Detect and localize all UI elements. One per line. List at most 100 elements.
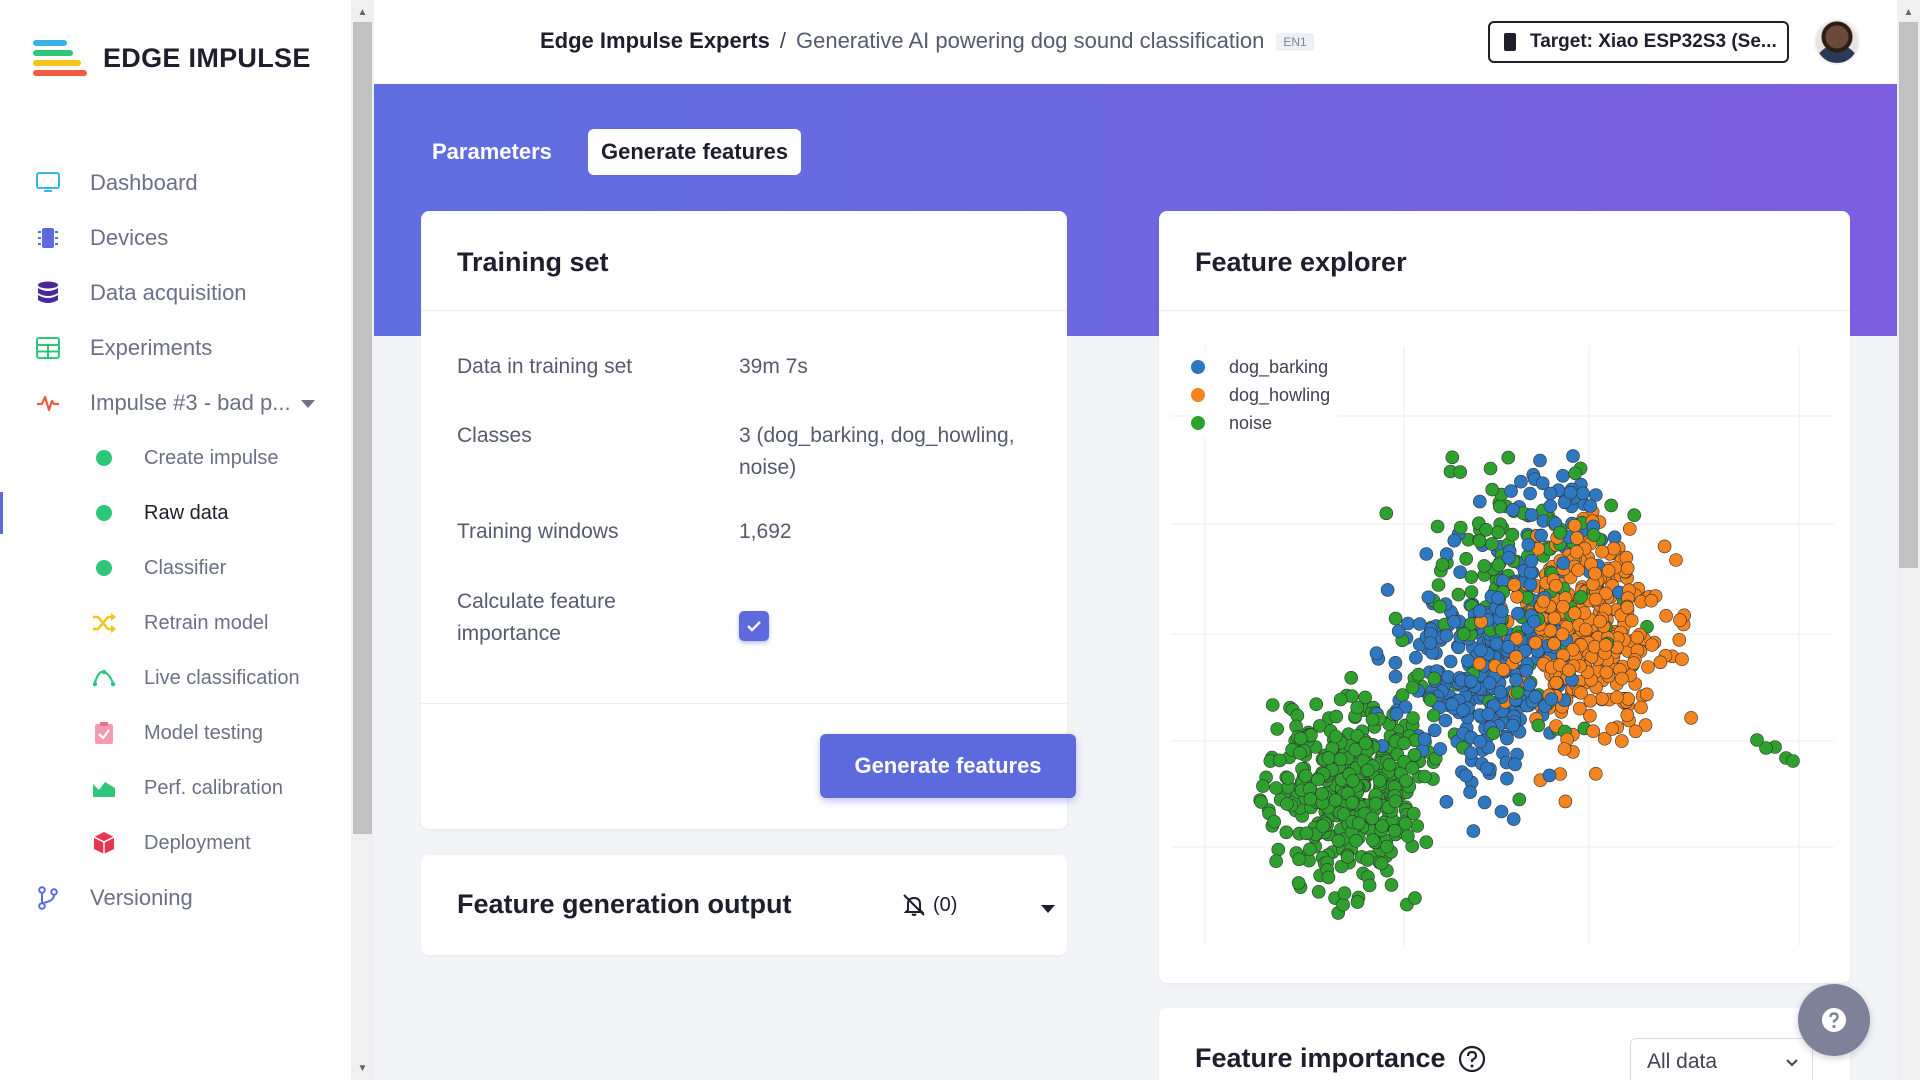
sidebar-item-label: Versioning: [90, 885, 193, 910]
sidebar-item-versioning[interactable]: Versioning: [0, 871, 351, 925]
scatter-point: [1405, 680, 1420, 695]
scatter-point: [1337, 886, 1352, 901]
scatter-point: [1622, 522, 1637, 536]
scroll-up-icon[interactable]: ▲: [351, 2, 374, 22]
scatter-point: [1604, 498, 1619, 513]
sidebar-item-create-impulse[interactable]: Create impulse: [0, 431, 351, 485]
scatter-point: [1672, 632, 1687, 647]
generate-features-button[interactable]: Generate features: [820, 734, 1076, 798]
status-dot-icon: [92, 556, 116, 580]
chip-icon: [36, 226, 60, 250]
tab-parameters[interactable]: Parameters: [419, 129, 565, 175]
scatter-point: [1588, 766, 1603, 781]
feature-output-card[interactable]: Feature generation output (0): [421, 855, 1067, 955]
sidebar-item-label: Classifier: [144, 556, 227, 579]
scatter-point: [1303, 842, 1317, 857]
scatter-point: [1501, 450, 1516, 465]
scatter-point: [1626, 656, 1641, 670]
sidebar-item-perf-calibration[interactable]: Perf. calibration: [0, 761, 351, 815]
scatter-point: [1419, 835, 1434, 850]
scatter-point: [1588, 566, 1602, 581]
scroll-down-icon[interactable]: ▼: [351, 1058, 374, 1078]
feature-importance-select[interactable]: All data: [1630, 1038, 1813, 1080]
sidebar-item-retrain-model[interactable]: Retrain model: [0, 596, 351, 650]
scatter-point: [1267, 814, 1281, 829]
sidebar-item-devices[interactable]: Devices: [0, 211, 351, 265]
scatter-point: [1405, 761, 1420, 775]
scatter-point: [1621, 692, 1636, 706]
scatter-point: [1427, 671, 1442, 686]
breadcrumb-project[interactable]: Edge Impulse Experts: [540, 28, 770, 53]
scatter-point: [1433, 599, 1447, 614]
scatter-point: [1610, 690, 1624, 705]
sidebar-item-dashboard[interactable]: Dashboard: [0, 156, 351, 210]
scatter-point: [1270, 722, 1284, 736]
tab-generate-features[interactable]: Generate features: [588, 129, 802, 175]
legend-item[interactable]: dog_howling: [1191, 381, 1339, 409]
scatter-point: [1500, 731, 1514, 746]
select-value: All data: [1647, 1050, 1718, 1073]
scatter-point: [1514, 474, 1528, 489]
scatter-point: [1491, 591, 1506, 605]
scatter-point: [1601, 563, 1616, 578]
chevron-down-icon[interactable]: [1041, 905, 1055, 913]
sidebar-item-experiments[interactable]: Experiments: [0, 321, 351, 375]
scrollbar-thumb[interactable]: [1899, 22, 1918, 568]
avatar[interactable]: [1814, 19, 1860, 65]
scatter-point: [1430, 519, 1445, 534]
scatter-point: [1280, 797, 1294, 811]
sidebar-item-data-acquisition[interactable]: Data acquisition: [0, 266, 351, 320]
page-scrollbar[interactable]: ▲: [1897, 0, 1920, 1080]
feature-importance-checkbox[interactable]: [739, 611, 769, 641]
scatter-point: [1269, 854, 1283, 869]
card-title: Feature generation output: [457, 889, 792, 919]
sidebar-item-impulse[interactable]: Impulse #3 - bad p...: [0, 376, 351, 430]
table-icon: [36, 336, 60, 360]
scatter-point: [1410, 819, 1425, 833]
feature-scatter-plot[interactable]: [1159, 211, 1850, 983]
scroll-up-icon[interactable]: ▲: [1897, 2, 1920, 22]
scatter-point: [1350, 700, 1364, 715]
scatter-point: [1684, 711, 1698, 725]
scatter-point: [1483, 461, 1498, 476]
scatter-point: [1303, 792, 1318, 806]
scatter-point: [1578, 622, 1593, 637]
breadcrumb: Edge Impulse Experts / Generative AI power…: [540, 28, 1314, 54]
scatter-point: [1553, 525, 1567, 540]
sidebar-item-deployment[interactable]: Deployment: [0, 816, 351, 870]
sidebar-item-label: Dashboard: [90, 170, 198, 195]
card-title: Feature importance: [1195, 1043, 1486, 1074]
legend-swatch: [1191, 388, 1205, 402]
scatter-point: [1369, 646, 1384, 661]
scatter-point: [1675, 652, 1689, 667]
scatter-point: [1331, 833, 1346, 848]
scatter-point: [1426, 708, 1441, 723]
logo[interactable]: EDGE IMPULSE: [33, 38, 311, 78]
legend-item[interactable]: dog_barking: [1191, 353, 1339, 381]
sidebar-item-classifier[interactable]: Classifier: [0, 541, 351, 595]
scatter-point: [1543, 499, 1558, 513]
scatter-point: [1641, 660, 1655, 674]
target-device-button[interactable]: Target: Xiao ESP32S3 (Se...: [1488, 21, 1789, 63]
sidebar-scrollbar[interactable]: ▲ ▼: [351, 0, 374, 1080]
scatter-point: [1605, 722, 1620, 736]
sidebar-item-model-testing[interactable]: Model testing: [0, 706, 351, 760]
legend-item[interactable]: noise: [1191, 409, 1339, 437]
breadcrumb-page: Generative AI powering dog sound classif…: [795, 28, 1265, 53]
scatter-point: [1593, 614, 1607, 629]
scrollbar-thumb[interactable]: [353, 22, 372, 834]
scatter-point: [1459, 768, 1473, 783]
scatter-point: [1595, 544, 1609, 559]
sidebar-item-raw-data[interactable]: Raw data: [0, 486, 351, 540]
scatter-point: [1441, 670, 1456, 684]
sidebar-item-label: Live classification: [144, 666, 300, 689]
sidebar-item-label: Data acquisition: [90, 280, 247, 305]
help-circle-icon[interactable]: [1458, 1045, 1486, 1073]
scatter-point: [1438, 713, 1453, 728]
status-dot-icon: [92, 446, 116, 470]
scatter-point: [1388, 823, 1402, 838]
help-button[interactable]: [1798, 984, 1870, 1056]
sidebar-item-live-classification[interactable]: Live classification: [0, 651, 351, 705]
notification-toggle[interactable]: (0): [901, 893, 957, 917]
scatter-point: [1408, 891, 1422, 905]
